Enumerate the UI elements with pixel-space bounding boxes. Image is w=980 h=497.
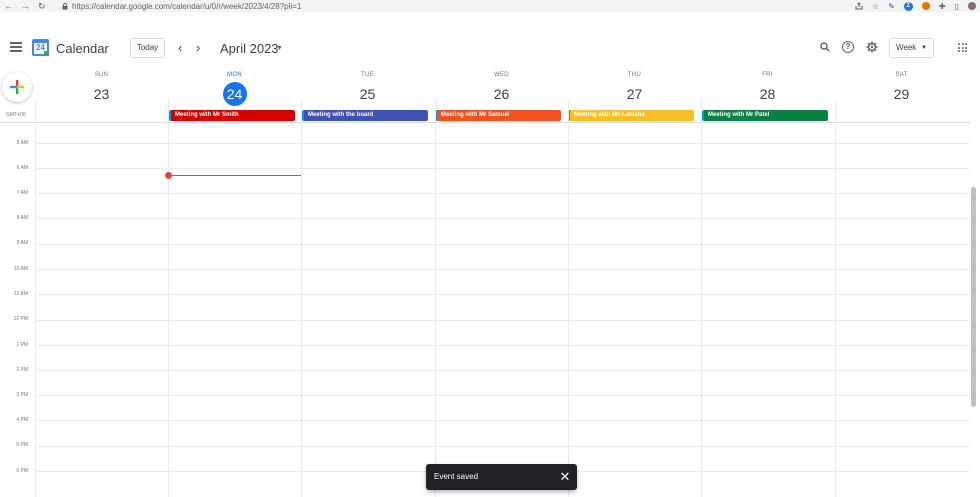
profile-avatar[interactable] <box>968 2 976 10</box>
today-button[interactable]: Today <box>130 38 165 58</box>
search-icon[interactable] <box>820 42 830 52</box>
time-label: 10 AM <box>13 266 28 272</box>
side-panel-icon[interactable]: ▯ <box>955 2 959 11</box>
lock-icon <box>62 2 68 9</box>
month-dropdown-caret-icon[interactable]: ▼ <box>276 45 283 52</box>
day-number[interactable]: 26 <box>490 82 514 106</box>
day-header-sun: SUN 23 <box>35 72 168 106</box>
time-label: 5 PM <box>16 442 28 448</box>
day-number-today[interactable]: 24 <box>222 82 247 106</box>
view-selector[interactable]: Week ▼ <box>889 38 934 58</box>
event-chip-wed[interactable]: Meeting with Mr Samuel <box>435 110 561 121</box>
forward-icon[interactable]: → <box>21 1 30 12</box>
app-title: Calendar <box>56 41 109 56</box>
view-caret-icon: ▼ <box>921 45 927 51</box>
browser-toolbar: ← → ↻ https://calendar.google.com/calend… <box>0 0 980 12</box>
time-label: 1 PM <box>16 342 28 348</box>
extension-area: ☆ ✎ Z ✚ ▯ <box>855 0 976 12</box>
scrollbar-thumb[interactable] <box>971 187 976 407</box>
day-header-tue: TUE 25 <box>301 72 434 106</box>
time-label: 3 PM <box>16 392 28 398</box>
reload-icon[interactable]: ↻ <box>38 1 46 12</box>
view-selector-label: Week <box>896 43 917 52</box>
pen-extension-icon[interactable]: ✎ <box>888 2 895 11</box>
time-label: 12 PM <box>13 316 28 322</box>
help-icon[interactable]: ? <box>842 41 854 53</box>
current-time-line <box>168 175 301 176</box>
day-number[interactable]: 28 <box>756 82 780 106</box>
current-month-label[interactable]: April 2023 <box>220 41 279 56</box>
day-header-sat: SAT 29 <box>835 72 968 106</box>
week-time-grid[interactable] <box>35 122 970 497</box>
snackbar-toast: Event saved <box>426 464 577 490</box>
bookmark-star-icon[interactable]: ☆ <box>872 2 879 11</box>
google-apps-icon[interactable] <box>958 43 967 52</box>
event-chip-thu[interactable]: Meeting with Ms Latasha <box>568 110 694 121</box>
time-label: 5 AM <box>16 140 28 146</box>
back-icon[interactable]: ← <box>4 1 13 12</box>
event-chip-tue[interactable]: Meeting with the board <box>302 110 428 121</box>
time-label: 8 AM <box>16 215 28 221</box>
share-icon[interactable] <box>855 2 863 10</box>
day-header-mon: MON 24 <box>168 72 301 106</box>
time-label: 9 AM <box>16 240 28 246</box>
calendar-logo-icon: 24 <box>32 39 49 56</box>
toast-message: Event saved <box>434 472 479 481</box>
address-bar[interactable]: https://calendar.google.com/calendar/u/0… <box>62 2 301 11</box>
event-chip-fri[interactable]: Meeting with Mr Patel <box>702 110 828 121</box>
browser-nav: ← → ↻ <box>0 1 60 12</box>
event-chip-mon[interactable]: Meeting with Mr Smith <box>169 110 295 121</box>
previous-week-button[interactable]: ‹ <box>178 40 182 55</box>
orange-extension-icon[interactable] <box>921 2 930 10</box>
colorful-plus-icon <box>10 80 24 94</box>
url-text: https://calendar.google.com/calendar/u/0… <box>72 1 302 11</box>
time-label: 7 AM <box>16 190 28 196</box>
z-extension-icon[interactable]: Z <box>903 1 913 11</box>
next-week-button[interactable]: › <box>196 40 200 55</box>
puzzle-extensions-icon[interactable]: ✚ <box>939 2 946 11</box>
day-header-wed: WED 26 <box>435 72 568 106</box>
time-label: 2 PM <box>16 367 28 373</box>
time-label: 4 PM <box>16 417 28 423</box>
main-menu-icon[interactable] <box>10 42 22 52</box>
day-number[interactable]: 23 <box>90 82 114 106</box>
time-label: 6 AM <box>16 165 28 171</box>
day-number[interactable]: 27 <box>623 82 647 106</box>
time-label: 6 PM <box>16 468 28 474</box>
toast-close-icon[interactable]: ✕ <box>558 470 572 484</box>
current-time-dot <box>165 172 172 179</box>
create-button[interactable] <box>2 72 32 102</box>
day-header-thu: THU 27 <box>568 72 701 106</box>
day-header-fri: FRI 28 <box>701 72 834 106</box>
time-label: 11 AM <box>14 291 28 297</box>
timezone-label: GMT+00 <box>6 112 26 118</box>
day-number[interactable]: 29 <box>890 82 914 106</box>
day-number[interactable]: 25 <box>356 82 380 106</box>
settings-gear-icon[interactable] <box>866 41 878 53</box>
